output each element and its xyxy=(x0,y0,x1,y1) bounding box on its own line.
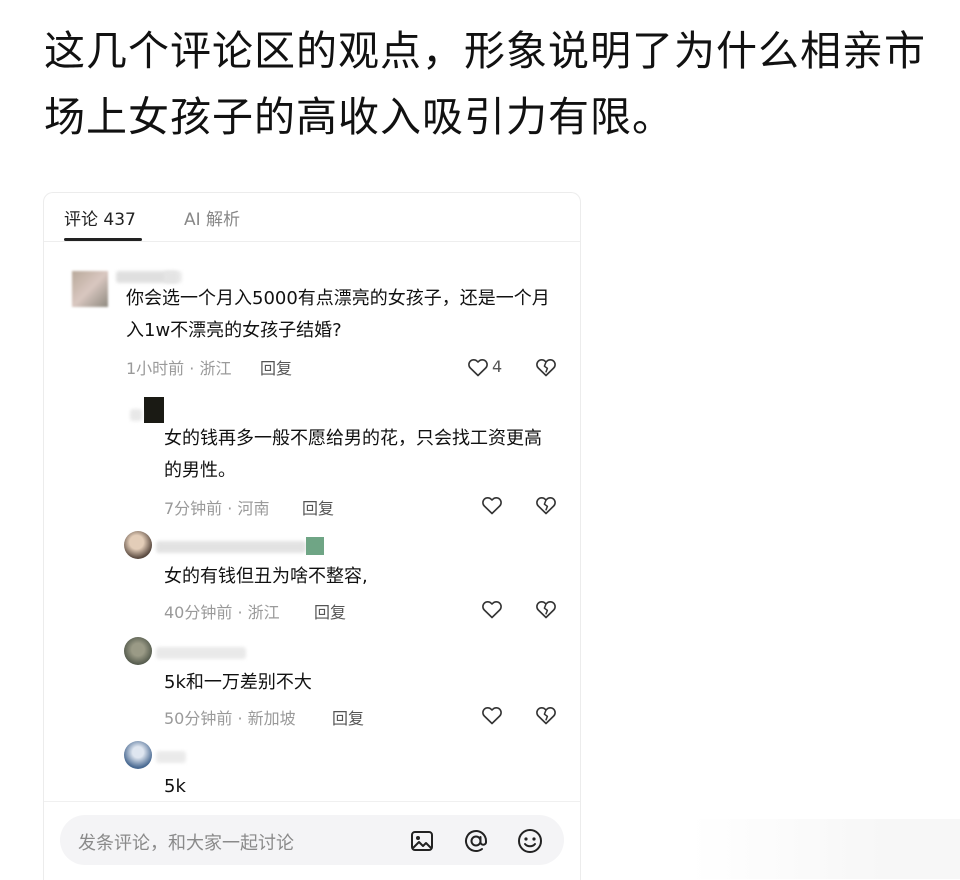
reply-button[interactable]: 回复 xyxy=(302,495,334,519)
comment-meta: 40分钟前 · 浙江 xyxy=(164,603,280,622)
emoji-icon[interactable] xyxy=(516,827,544,855)
heart-icon[interactable] xyxy=(466,355,490,379)
comment-text: 5k xyxy=(164,776,186,797)
watermark-fade xyxy=(690,819,960,879)
broken-heart-icon[interactable] xyxy=(534,597,558,621)
heart-icon[interactable] xyxy=(480,493,504,517)
comment-input[interactable]: 发条评论，和大家一起讨论 xyxy=(60,815,564,865)
reply-button[interactable]: 回复 xyxy=(260,355,292,379)
avatar[interactable] xyxy=(144,397,164,423)
comment-text: 5k和一万差别不大 xyxy=(164,672,312,693)
reply-button[interactable]: 回复 xyxy=(314,599,346,623)
heart-icon[interactable] xyxy=(480,597,504,621)
comment-meta: 1小时前 · 浙江 xyxy=(126,359,232,378)
reply-comment-item: 女的钱再多一般不愿给男的花，只会找工资更高的男性。 7分钟前 · 河南 回复 xyxy=(44,393,580,523)
tab-bar: 评论 437 AI 解析 xyxy=(44,193,580,242)
comment-meta: 50分钟前 · 新加坡 xyxy=(164,709,296,728)
username-blurred xyxy=(156,647,246,659)
avatar[interactable] xyxy=(124,637,152,665)
active-tab-indicator xyxy=(64,238,142,241)
username-blurred xyxy=(164,271,182,283)
tab-ai-analysis[interactable]: AI 解析 xyxy=(184,205,240,230)
broken-heart-icon[interactable] xyxy=(534,703,558,727)
broken-heart-icon[interactable] xyxy=(534,493,558,517)
comment-input-bar: 发条评论，和大家一起讨论 xyxy=(44,801,580,880)
image-icon[interactable] xyxy=(408,827,436,855)
comment-text: 女的钱再多一般不愿给男的花，只会找工资更高的男性。 xyxy=(164,428,542,481)
like-count: 4 xyxy=(492,357,503,376)
broken-heart-icon[interactable] xyxy=(534,355,558,379)
username-blurred xyxy=(130,409,142,421)
comment-meta: 7分钟前 · 河南 xyxy=(164,499,270,518)
reply-comment-item: 5k xyxy=(44,741,580,801)
reply-comment-item: 5k和一万差别不大 50分钟前 · 新加坡 回复 xyxy=(44,635,580,735)
heart-icon[interactable] xyxy=(480,703,504,727)
tab-comments[interactable]: 评论 437 xyxy=(64,205,136,230)
post-title: 这几个评论区的观点，形象说明了为什么相亲市场上女孩子的高收入吸引力有限。 xyxy=(44,27,926,141)
comment-item: 你会选一个月入5000有点漂亮的女孩子，还是一个月入1w不漂亮的女孩子结婚? 1… xyxy=(44,263,580,383)
reply-comment-item: 女的有钱但丑为啥不整容, 40分钟前 · 浙江 回复 xyxy=(44,529,580,629)
comment-input-placeholder: 发条评论，和大家一起讨论 xyxy=(78,833,294,854)
avatar[interactable] xyxy=(124,741,152,769)
comment-text: 你会选一个月入5000有点漂亮的女孩子，还是一个月入1w不漂亮的女孩子结婚? xyxy=(126,288,550,341)
comments-panel: 评论 437 AI 解析 你会选一个月入5000有点漂亮的女孩子，还是一个月入1… xyxy=(43,192,581,880)
at-icon[interactable] xyxy=(462,827,490,855)
reply-button[interactable]: 回复 xyxy=(332,705,364,729)
badge-image xyxy=(306,537,324,555)
username-blurred xyxy=(156,541,306,553)
avatar[interactable] xyxy=(72,271,108,307)
comment-text: 女的有钱但丑为啥不整容, xyxy=(164,566,368,587)
avatar[interactable] xyxy=(124,531,152,559)
username-blurred xyxy=(156,751,186,763)
